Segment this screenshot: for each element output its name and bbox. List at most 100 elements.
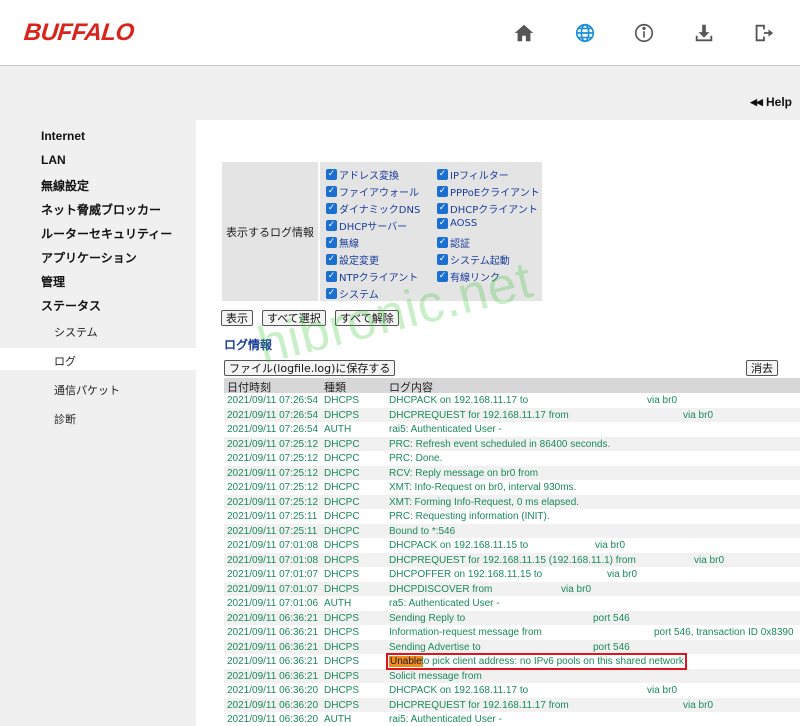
sidebar-item-lan[interactable]: LAN bbox=[41, 153, 66, 167]
sidebar-item-admin[interactable]: 管理 bbox=[41, 273, 65, 290]
checkbox-checked-icon: ✓ bbox=[326, 271, 337, 282]
collapse-arrows-icon: ◀◀ bbox=[750, 96, 763, 107]
checkbox-checked-icon: ✓ bbox=[437, 218, 448, 229]
log-date: 2021/09/11 07:01:08 bbox=[227, 540, 319, 551]
log-message: Sending Advertise to bbox=[389, 641, 481, 653]
sidebar-subitem-log[interactable]: ログ bbox=[54, 353, 76, 369]
log-date: 2021/09/11 06:36:21 bbox=[227, 670, 319, 682]
error-highlight-box bbox=[386, 653, 687, 670]
show-button[interactable]: 表示 bbox=[221, 310, 253, 326]
log-message: PRC: Refresh event scheduled in 86400 se… bbox=[389, 438, 611, 450]
filter-checkbox-auth[interactable]: ✓ 認証 bbox=[437, 235, 470, 250]
filter-label: 表示するログ情報 bbox=[222, 162, 320, 301]
buffalo-logo: BUFFALO bbox=[22, 19, 136, 46]
sidebar-item-applications[interactable]: アプリケーション bbox=[41, 249, 137, 266]
log-type: DHCPC bbox=[324, 511, 360, 522]
sidebar-subitem-diagnostics[interactable]: 診断 bbox=[54, 411, 76, 427]
log-date: 2021/09/11 06:36:21 bbox=[227, 627, 319, 638]
log-type: DHCPS bbox=[324, 540, 360, 551]
log-type: DHCPC bbox=[324, 482, 360, 493]
clear-all-button[interactable]: すべて解除 bbox=[335, 310, 399, 326]
sidebar-item-internet[interactable]: Internet bbox=[41, 129, 85, 143]
select-all-button[interactable]: すべて選択 bbox=[262, 310, 326, 326]
checkbox-checked-icon: ✓ bbox=[326, 237, 337, 248]
log-message: DHCPDISCOVER from bbox=[389, 583, 493, 595]
log-date: 2021/09/11 07:01:07 bbox=[227, 583, 319, 595]
checkbox-checked-icon: ✓ bbox=[437, 203, 448, 214]
filter-checkbox-pppoe[interactable]: ✓ PPPoEクライアント bbox=[437, 184, 540, 199]
log-row: 2021/09/11 07:26:54 DHCPS DHCPACK on 192.1… bbox=[224, 393, 800, 408]
filter-checkbox-config[interactable]: ✓ 設定変更 bbox=[326, 252, 379, 267]
log-type: AUTH bbox=[324, 424, 352, 435]
checkbox-checked-icon: ✓ bbox=[326, 203, 337, 214]
checkbox-checked-icon: ✓ bbox=[326, 186, 337, 197]
log-message: XMT: Info-Request on br0, interval 930ms… bbox=[389, 482, 577, 493]
filter-checkbox-nat[interactable]: ✓ アドレス変換 bbox=[326, 167, 399, 182]
checkbox-checked-icon: ✓ bbox=[326, 220, 337, 231]
log-message: DHCPACK on 192.168.11.17 to bbox=[389, 685, 529, 696]
log-message: DHCPOFFER on 192.168.11.15 to bbox=[389, 569, 543, 580]
filter-checkbox-ntp[interactable]: ✓ NTPクライアント bbox=[326, 269, 418, 284]
log-row: 2021/09/11 06:36:21 DHCPS Information-requ… bbox=[224, 625, 800, 640]
home-icon[interactable] bbox=[512, 21, 536, 45]
log-message: DHCPREQUEST for 192.168.11.17 from bbox=[389, 699, 569, 711]
log-table: 日付時刻 種類 ログ内容 2021/09/11 07:26:54 DHCPS DHC… bbox=[224, 378, 800, 726]
filter-checkbox-boot[interactable]: ✓ システム起動 bbox=[437, 252, 510, 267]
sidebar-item-status[interactable]: ステータス bbox=[41, 297, 101, 314]
log-date: 2021/09/11 07:26:54 bbox=[227, 395, 319, 406]
filter-checkbox-dhcp-client[interactable]: ✓ DHCPクライアント bbox=[437, 201, 538, 216]
log-message: XMT: Forming Info-Request, 0 ms elapsed. bbox=[389, 496, 580, 508]
log-row: 2021/09/11 06:36:20 AUTH rai5: Authenticat… bbox=[224, 712, 800, 726]
log-date: 2021/09/11 06:36:21 bbox=[227, 641, 319, 653]
log-row: 2021/09/11 07:26:54 DHCPS DHCPREQUEST for … bbox=[224, 407, 800, 422]
log-row: 2021/09/11 07:26:54 AUTH rai5: Authenticat… bbox=[224, 422, 800, 437]
log-row: 2021/09/11 07:25:12 DHCPC PRC: Done. bbox=[224, 451, 800, 466]
sidebar-item-router-security[interactable]: ルーターセキュリティー bbox=[41, 225, 172, 242]
log-message: Information-request message from bbox=[389, 627, 542, 638]
log-message: PRC: Requesting information (INIT). bbox=[389, 511, 550, 522]
log-row: 2021/09/11 07:25:12 DHCPC RCV: Reply messa… bbox=[224, 465, 800, 480]
log-message-suffix: via br0 bbox=[683, 409, 714, 421]
filter-checkbox-ipfilter[interactable]: ✓ IPフィルター bbox=[437, 167, 509, 182]
log-row: 2021/09/11 07:25:11 DHCPC PRC: Requesting … bbox=[224, 509, 800, 524]
log-row: 2021/09/11 06:36:21 DHCPS Sending Reply to… bbox=[224, 610, 800, 625]
log-type: DHCPS bbox=[324, 627, 360, 638]
info-icon[interactable] bbox=[632, 21, 656, 45]
sidebar-item-wireless[interactable]: 無線設定 bbox=[41, 177, 89, 194]
log-date: 2021/09/11 06:36:21 bbox=[227, 612, 319, 624]
filter-checkbox-dhcp-server[interactable]: ✓ DHCPサーバー bbox=[326, 218, 407, 233]
log-type: DHCPS bbox=[324, 583, 360, 595]
log-date: 2021/09/11 07:26:54 bbox=[227, 409, 319, 421]
log-table-header: 日付時刻 種類 ログ内容 bbox=[224, 378, 800, 394]
log-type: AUTH bbox=[324, 598, 352, 609]
help-link[interactable]: ◀◀ Help bbox=[750, 95, 792, 109]
log-date: 2021/09/11 07:25:11 bbox=[227, 511, 318, 522]
sidebar-subitem-packets[interactable]: 通信パケット bbox=[54, 382, 120, 398]
filter-checkbox-aoss[interactable]: ✓ AOSS bbox=[437, 218, 477, 229]
log-type: DHCPC bbox=[324, 467, 360, 479]
log-date: 2021/09/11 07:25:12 bbox=[227, 453, 319, 464]
sidebar-subitem-system[interactable]: システム bbox=[54, 324, 98, 340]
save-log-file-button[interactable]: ファイル(logfile.log)に保存する bbox=[224, 360, 396, 376]
log-row: 2021/09/11 06:36:21 DHCPS Solicit message … bbox=[224, 668, 800, 683]
filter-checkbox-system[interactable]: ✓ システム bbox=[326, 286, 379, 301]
filter-checkbox-wireless[interactable]: ✓ 無線 bbox=[326, 235, 359, 250]
log-type: DHCPS bbox=[324, 656, 360, 667]
log-type: DHCPC bbox=[324, 496, 360, 508]
log-type: DHCPS bbox=[324, 569, 360, 580]
log-message: ra5: Authenticated User - bbox=[389, 598, 500, 609]
log-row: 2021/09/11 07:25:12 DHCPC XMT: Info-Reques… bbox=[224, 480, 800, 495]
delete-log-button[interactable]: 消去 bbox=[746, 360, 778, 376]
logout-icon[interactable] bbox=[751, 21, 775, 45]
download-icon[interactable] bbox=[692, 21, 716, 45]
checkbox-checked-icon: ✓ bbox=[326, 254, 337, 265]
log-date: 2021/09/11 06:36:21 bbox=[227, 656, 319, 667]
log-message: PRC: Done. bbox=[389, 453, 443, 464]
filter-checkbox-wired-link[interactable]: ✓ 有線リンク bbox=[437, 269, 500, 284]
log-date: 2021/09/11 07:25:12 bbox=[227, 482, 319, 493]
log-message: rai5: Authenticated User - bbox=[389, 424, 502, 435]
sidebar-item-threat-blocker[interactable]: ネット脅威ブロッカー bbox=[41, 201, 161, 218]
globe-icon[interactable] bbox=[573, 21, 597, 45]
filter-checkbox-firewall[interactable]: ✓ ファイアウォール bbox=[326, 184, 419, 199]
filter-checkbox-ddns[interactable]: ✓ ダイナミックDNS bbox=[326, 201, 420, 216]
